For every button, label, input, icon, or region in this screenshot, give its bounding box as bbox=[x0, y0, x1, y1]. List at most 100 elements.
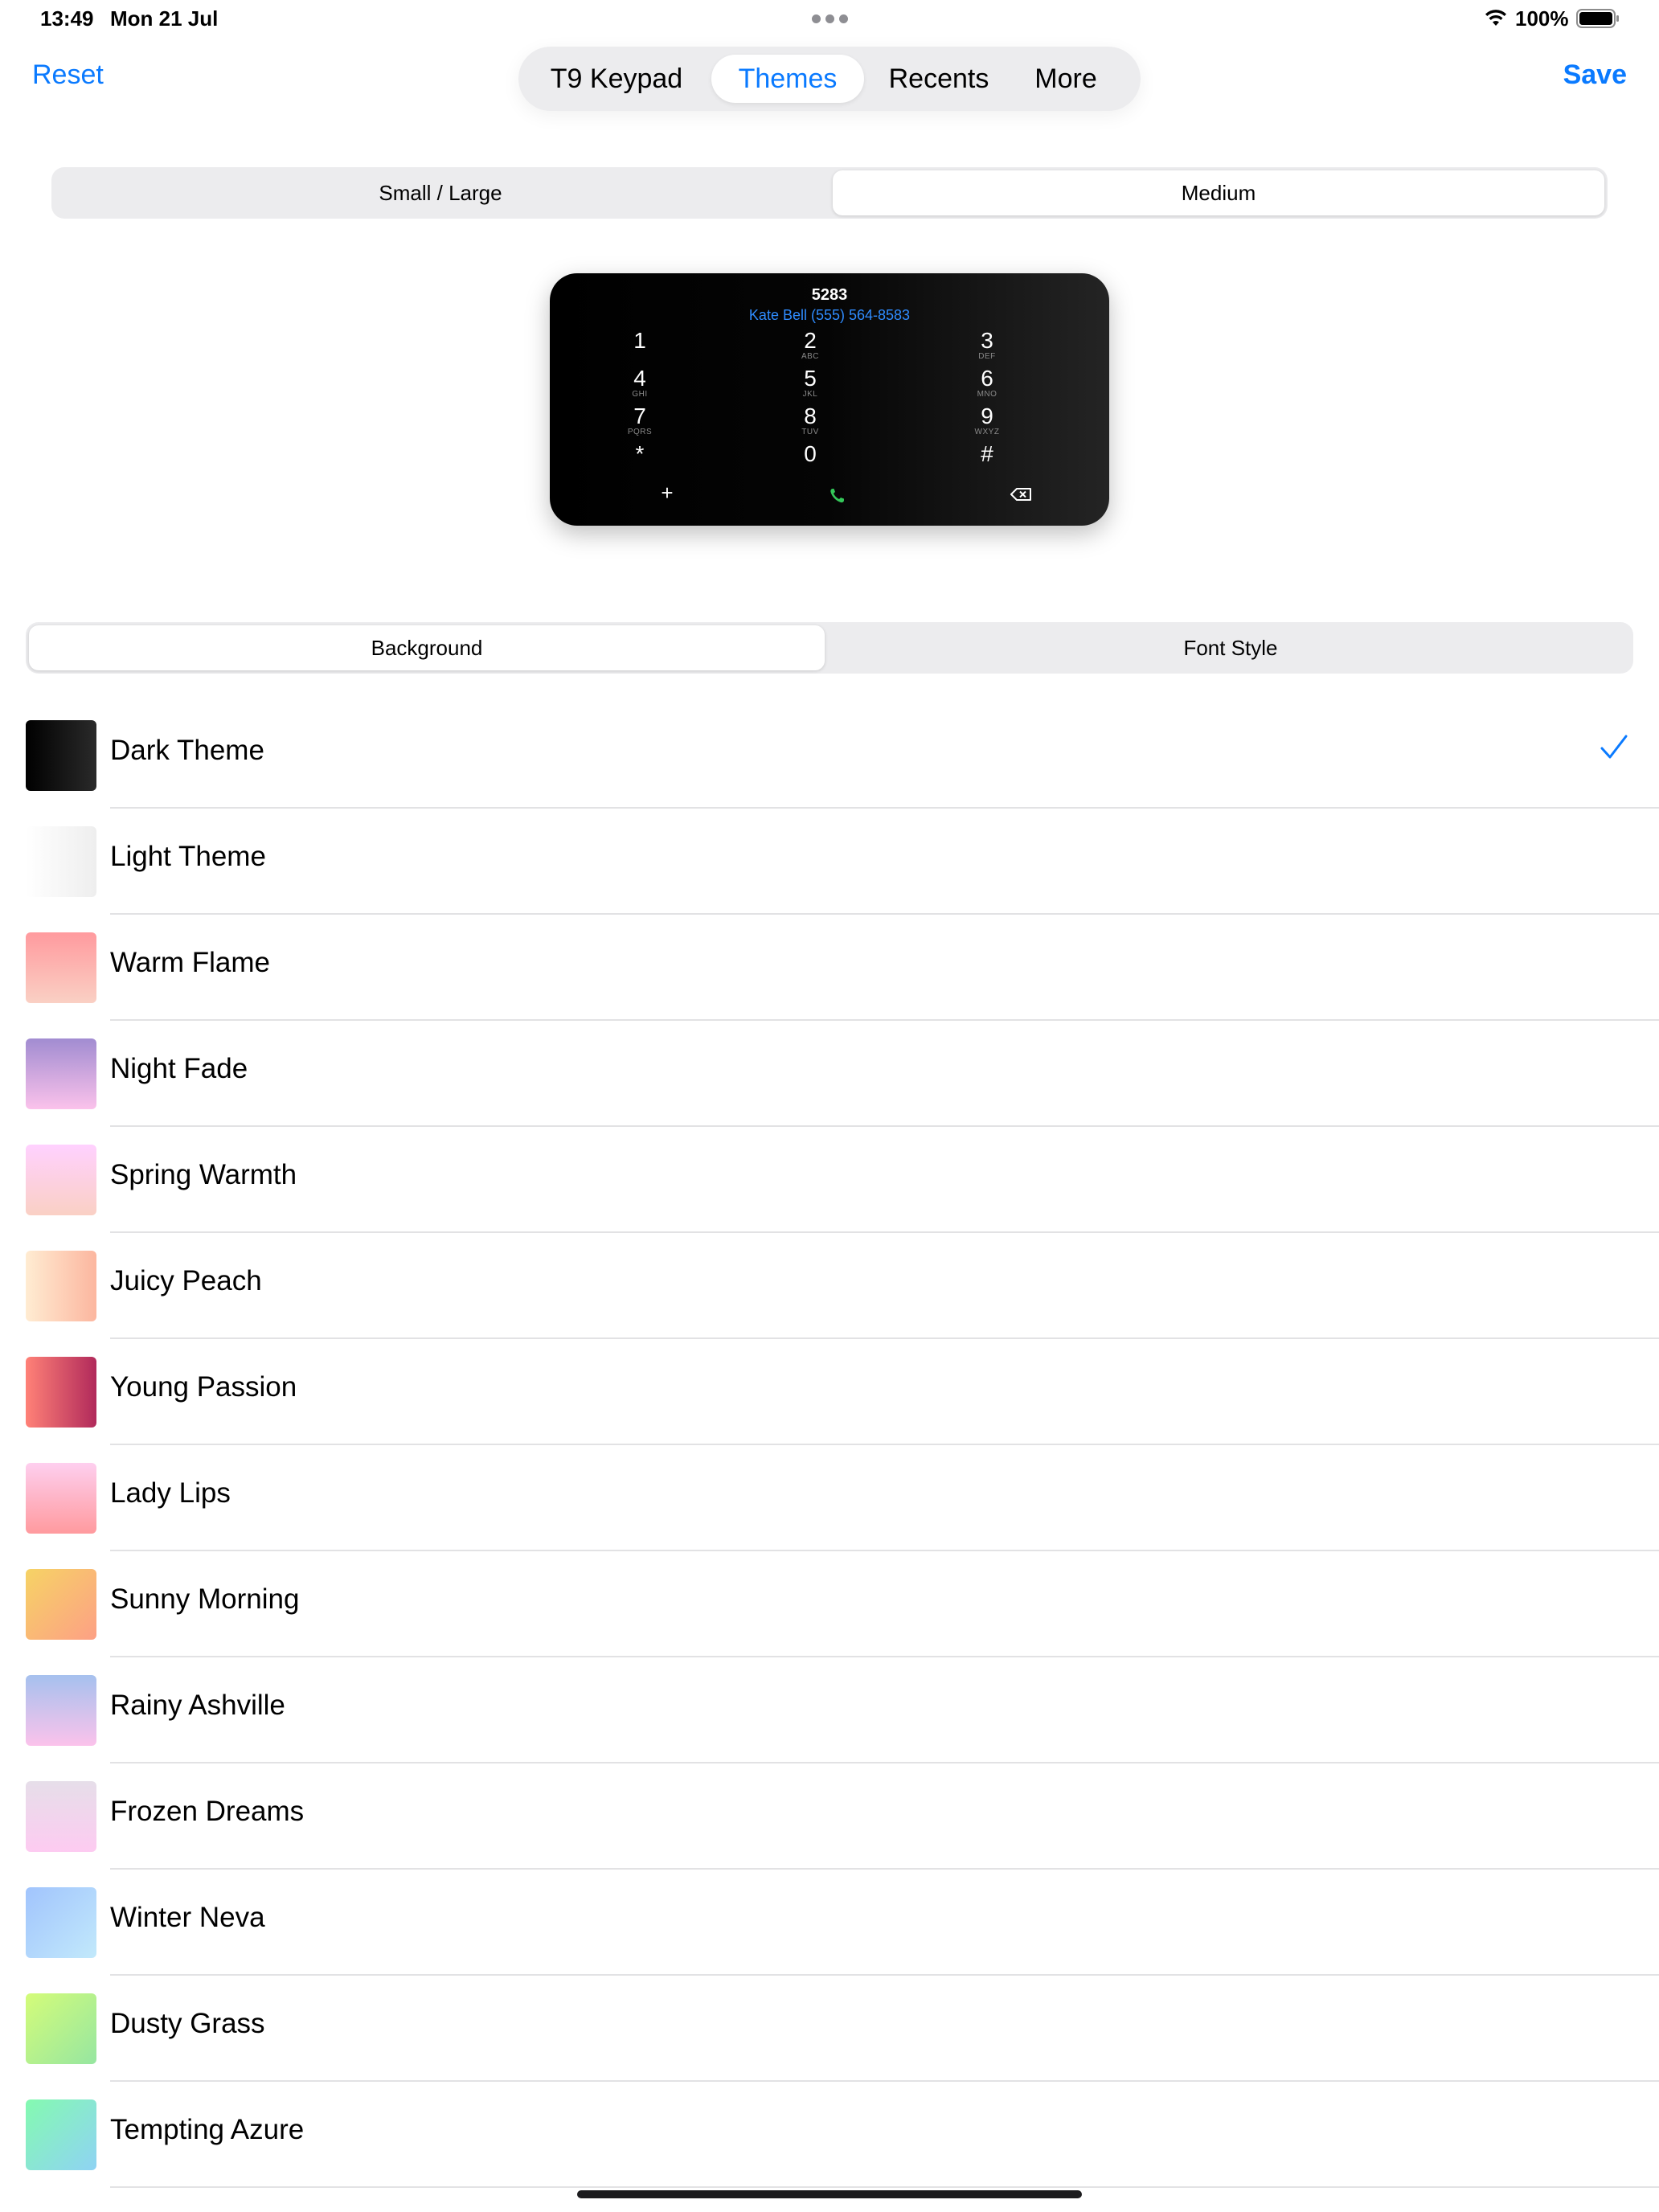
preview-key-digit: 3 bbox=[981, 328, 993, 353]
theme-row[interactable]: Rainy Ashville bbox=[0, 1657, 1659, 1763]
theme-swatch bbox=[26, 1357, 96, 1428]
row-separator bbox=[110, 2186, 1659, 2188]
preview-key: 2 ABC bbox=[762, 330, 858, 362]
theme-name: Tempting Azure bbox=[110, 2114, 305, 2145]
preview-key-digit: 8 bbox=[804, 403, 817, 428]
preview-contact: Kate Bell (555) 564-8583 bbox=[748, 307, 911, 323]
style-segmented-control: Background Font Style bbox=[26, 622, 1633, 674]
segment-font-style[interactable]: Font Style bbox=[831, 625, 1630, 670]
preview-key-digit: # bbox=[981, 441, 993, 466]
battery-percentage: 100% bbox=[1515, 6, 1569, 31]
status-time: 13:49 bbox=[40, 6, 94, 31]
size-segmented-control: Small / Large Medium bbox=[51, 167, 1608, 219]
preview-key-digit: 0 bbox=[804, 441, 817, 466]
theme-row[interactable]: Juicy Peach bbox=[0, 1233, 1659, 1339]
preview-key-digit: 4 bbox=[633, 366, 646, 391]
preview-key-letters: TUV bbox=[801, 428, 819, 436]
save-button[interactable]: Save bbox=[1563, 59, 1627, 91]
theme-swatch bbox=[26, 1781, 96, 1852]
theme-row[interactable]: Frozen Dreams bbox=[0, 1763, 1659, 1870]
theme-name: Rainy Ashville bbox=[110, 1690, 285, 1721]
preview-key-letters: GHI bbox=[632, 390, 648, 399]
home-indicator[interactable] bbox=[577, 2190, 1082, 2198]
theme-row[interactable]: Dusty Grass bbox=[0, 1976, 1659, 2082]
theme-row[interactable]: Young Passion bbox=[0, 1339, 1659, 1445]
top-tab-bar: T9 Keypad Themes Recents More bbox=[518, 47, 1141, 111]
theme-row[interactable]: Winter Neva bbox=[0, 1870, 1659, 1976]
theme-swatch bbox=[26, 932, 96, 1003]
status-bar: 13:49 Mon 21 Jul 100% bbox=[0, 0, 1659, 39]
preview-key: 5 JKL bbox=[762, 367, 858, 399]
tab-themes[interactable]: Themes bbox=[711, 55, 864, 103]
reset-button[interactable]: Reset bbox=[32, 59, 104, 91]
theme-name: Light Theme bbox=[110, 841, 266, 872]
theme-row[interactable]: Dark Theme bbox=[0, 703, 1659, 809]
preview-key-letters: WXYZ bbox=[974, 428, 1000, 436]
phone-call-icon bbox=[830, 489, 844, 503]
theme-swatch bbox=[26, 1145, 96, 1215]
preview-key-letters: ABC bbox=[801, 352, 820, 361]
theme-swatch bbox=[26, 1463, 96, 1534]
theme-name: Young Passion bbox=[110, 1371, 297, 1403]
preview-key: 4 GHI bbox=[592, 367, 688, 399]
theme-name: Lady Lips bbox=[110, 1477, 231, 1509]
segment-background[interactable]: Background bbox=[29, 625, 825, 670]
theme-name: Frozen Dreams bbox=[110, 1796, 305, 1827]
preview-key: * bbox=[592, 443, 688, 465]
preview-key-digit: 6 bbox=[981, 366, 993, 391]
theme-name: Dusty Grass bbox=[110, 2008, 265, 2039]
theme-row[interactable]: Spring Warmth bbox=[0, 1127, 1659, 1233]
theme-row[interactable]: Lady Lips bbox=[0, 1445, 1659, 1551]
theme-swatch bbox=[26, 1038, 96, 1109]
theme-row[interactable]: Sunny Morning bbox=[0, 1551, 1659, 1657]
theme-row[interactable]: Night Fade bbox=[0, 1021, 1659, 1127]
theme-swatch bbox=[26, 1569, 96, 1640]
theme-name: Winter Neva bbox=[110, 1902, 265, 1933]
theme-swatch bbox=[26, 1251, 96, 1321]
preview-key-letters: MNO bbox=[977, 390, 997, 399]
theme-row[interactable]: Light Theme bbox=[0, 809, 1659, 915]
preview-key: 8 TUV bbox=[762, 405, 858, 437]
preview-key-digit: 9 bbox=[981, 403, 993, 428]
preview-key: 0 bbox=[762, 443, 858, 465]
multitasking-dots-icon[interactable] bbox=[812, 14, 848, 23]
preview-key-digit: * bbox=[635, 441, 645, 466]
preview-key: 9 WXYZ bbox=[939, 405, 1035, 437]
theme-name: Night Fade bbox=[110, 1053, 248, 1084]
theme-swatch bbox=[26, 720, 96, 791]
segment-medium[interactable]: Medium bbox=[833, 170, 1604, 215]
theme-swatch bbox=[26, 826, 96, 897]
preview-key-digit: 7 bbox=[633, 403, 646, 428]
theme-name: Dark Theme bbox=[110, 735, 264, 766]
preview-key-digit: 2 bbox=[804, 328, 817, 353]
status-date: Mon 21 Jul bbox=[110, 6, 219, 31]
theme-swatch bbox=[26, 1887, 96, 1958]
tab-t9-keypad[interactable]: T9 Keypad bbox=[536, 55, 697, 103]
theme-swatch bbox=[26, 1675, 96, 1746]
theme-row[interactable]: Warm Flame bbox=[0, 915, 1659, 1021]
theme-name: Sunny Morning bbox=[110, 1583, 300, 1615]
theme-swatch bbox=[26, 2099, 96, 2170]
preview-key: 3 DEF bbox=[939, 330, 1035, 362]
preview-key-letters: PQRS bbox=[627, 428, 653, 436]
preview-key: # bbox=[939, 443, 1035, 465]
wifi-icon bbox=[1485, 10, 1506, 26]
theme-name: Spring Warmth bbox=[110, 1159, 297, 1190]
theme-row[interactable]: Tempting Azure bbox=[0, 2082, 1659, 2188]
preview-key-digit: 1 bbox=[633, 328, 646, 353]
preview-number: 5283 bbox=[811, 286, 848, 304]
preview-key-letters: DEF bbox=[978, 352, 996, 361]
theme-name: Warm Flame bbox=[110, 947, 270, 978]
backspace-icon bbox=[1010, 488, 1031, 501]
preview-key-digit: 5 bbox=[804, 366, 817, 391]
preview-key-letters: JKL bbox=[802, 390, 818, 399]
plus-icon: + bbox=[661, 481, 674, 505]
checkmark-icon bbox=[1600, 735, 1628, 759]
preview-key: 1 bbox=[592, 330, 688, 352]
theme-name: Juicy Peach bbox=[110, 1265, 262, 1296]
preview-key: 7 PQRS bbox=[592, 405, 688, 437]
tab-more[interactable]: More bbox=[1014, 55, 1118, 103]
keypad-preview: 5283 Kate Bell (555) 564-8583 1 2 ABC 3 DEF 4… bbox=[550, 273, 1109, 526]
tab-recents[interactable]: Recents bbox=[879, 55, 999, 103]
segment-small-large[interactable]: Small / Large bbox=[55, 170, 826, 215]
